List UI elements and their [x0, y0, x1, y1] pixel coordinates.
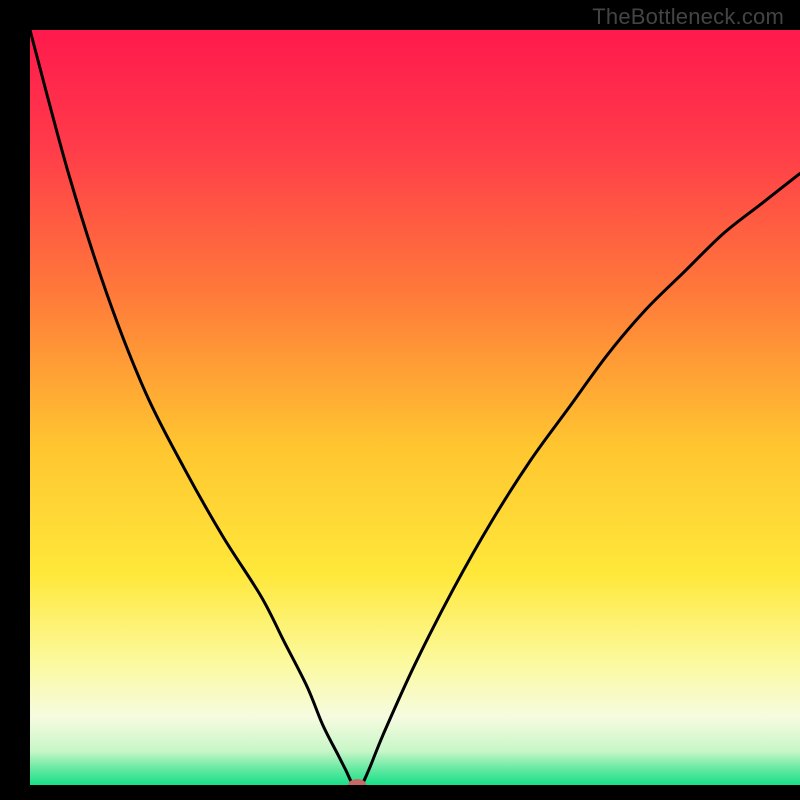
optimal-point-marker	[348, 779, 366, 791]
bottleneck-chart	[0, 0, 800, 800]
chart-container: TheBottleneck.com	[0, 0, 800, 800]
gradient-background	[30, 30, 800, 785]
watermark-text: TheBottleneck.com	[592, 4, 784, 30]
